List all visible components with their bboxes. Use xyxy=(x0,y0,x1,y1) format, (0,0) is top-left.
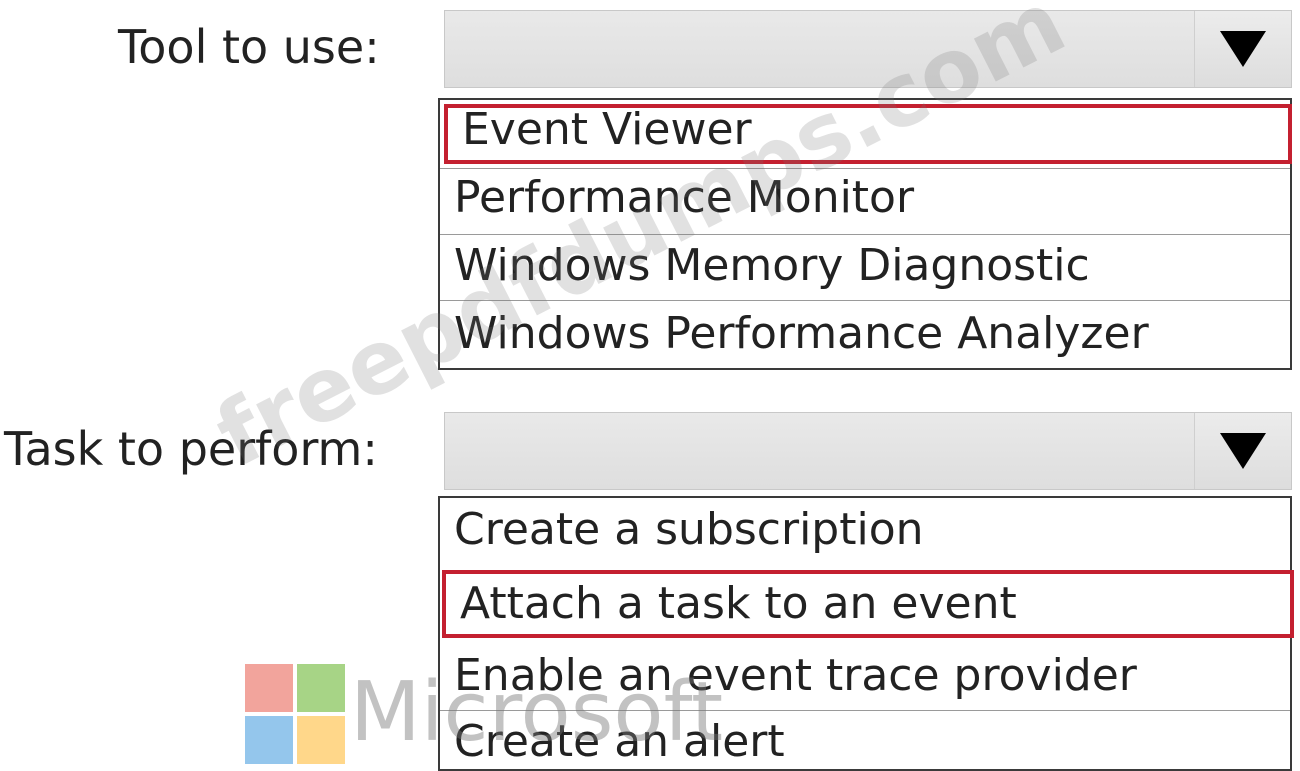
tool-dropdown[interactable] xyxy=(444,10,1292,88)
option-label: Attach a task to an event xyxy=(460,578,1017,629)
tool-dropdown-button[interactable] xyxy=(1194,11,1291,87)
tool-option-windows-memory-diagnostic[interactable]: Windows Memory Diagnostic xyxy=(440,234,1290,300)
option-label: Create a subscription xyxy=(454,504,924,555)
microsoft-logo-icon xyxy=(245,664,345,765)
task-options-list: Create a subscription Attach a task to a… xyxy=(438,496,1294,771)
option-label: Create an alert xyxy=(454,716,785,767)
option-label: Windows Memory Diagnostic xyxy=(454,240,1090,291)
option-label: Event Viewer xyxy=(462,104,752,155)
tool-options-list: Event Viewer Performance Monitor Windows… xyxy=(438,98,1292,370)
task-dropdown-button[interactable] xyxy=(1194,413,1291,489)
task-dropdown[interactable] xyxy=(444,412,1292,490)
triangle-down-icon xyxy=(1220,433,1266,469)
tool-option-event-viewer[interactable]: Event Viewer xyxy=(444,104,1292,164)
task-to-perform-label: Task to perform: xyxy=(4,422,378,476)
tool-to-use-label: Tool to use: xyxy=(118,20,380,74)
option-label: Performance Monitor xyxy=(454,172,915,223)
triangle-down-icon xyxy=(1220,31,1266,67)
task-option-create-subscription[interactable]: Create a subscription xyxy=(440,498,1290,568)
task-option-attach-task-to-event[interactable]: Attach a task to an event xyxy=(442,570,1294,638)
option-label: Enable an event trace provider xyxy=(454,650,1137,701)
tool-option-performance-monitor[interactable]: Performance Monitor xyxy=(440,168,1290,234)
task-option-enable-event-trace-provider[interactable]: Enable an event trace provider xyxy=(440,642,1290,710)
tool-option-windows-performance-analyzer[interactable]: Windows Performance Analyzer xyxy=(440,300,1290,368)
option-label: Windows Performance Analyzer xyxy=(454,308,1149,359)
task-option-create-alert[interactable]: Create an alert xyxy=(440,710,1290,770)
